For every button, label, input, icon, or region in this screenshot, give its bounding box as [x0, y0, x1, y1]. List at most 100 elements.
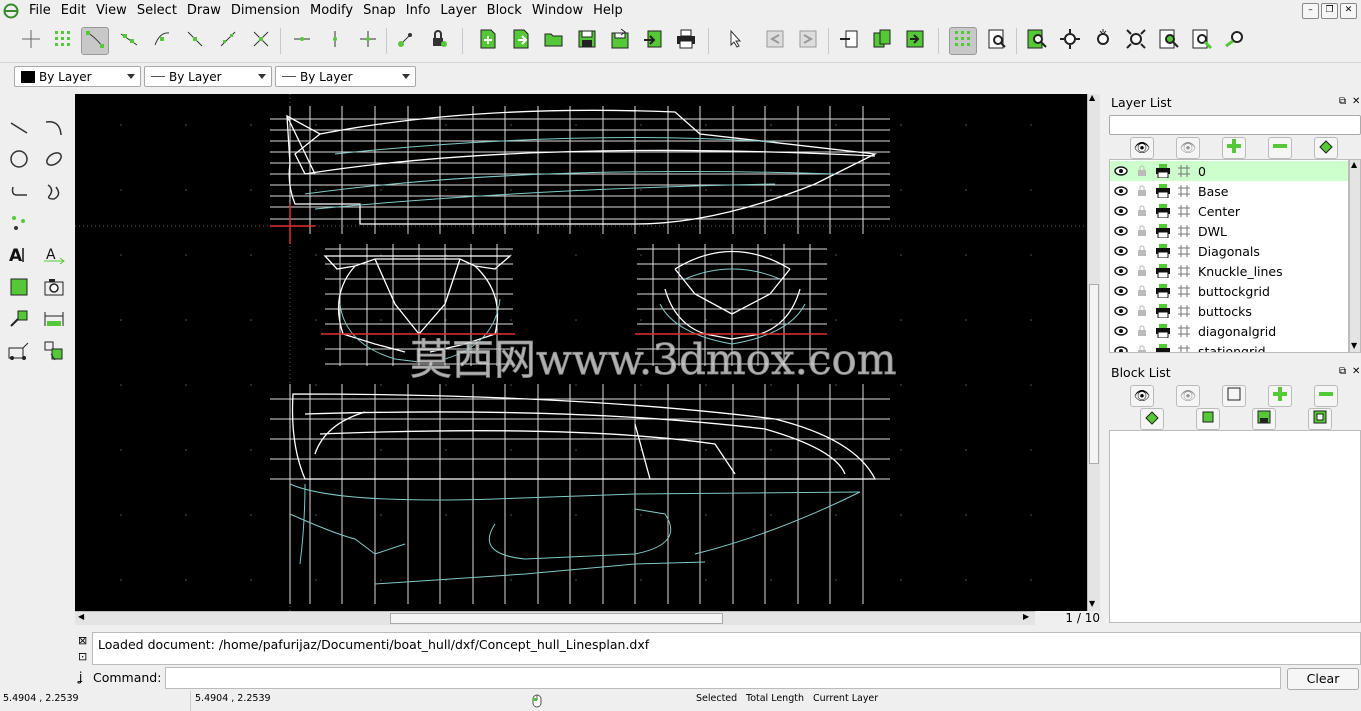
snap-on-entity-button[interactable] — [115, 27, 143, 55]
construction-icon[interactable] — [1174, 201, 1194, 221]
eye-icon[interactable] — [1111, 221, 1131, 241]
zoom-redraw-button[interactable] — [1023, 27, 1051, 55]
zoom-previous-button[interactable] — [1155, 27, 1183, 55]
construction-icon[interactable] — [1174, 161, 1194, 181]
draw-polyline-button[interactable] — [5, 179, 33, 207]
layer-row[interactable]: 0 — [1110, 161, 1348, 181]
relative-zero-button[interactable] — [392, 27, 420, 55]
rename-block-button[interactable] — [1140, 408, 1164, 430]
draw-line-button[interactable] — [5, 115, 33, 143]
printer-icon[interactable] — [1153, 321, 1173, 341]
layer-row[interactable]: Diagonals — [1110, 241, 1348, 261]
snap-distance-button[interactable] — [214, 27, 242, 55]
add-layer-button[interactable] — [1222, 137, 1246, 159]
close-button[interactable]: ✕ — [1340, 3, 1357, 19]
menu-snap[interactable]: Snap — [358, 0, 401, 22]
paste-button[interactable] — [901, 27, 929, 55]
show-all-layers-button[interactable]: 👁 — [1130, 137, 1154, 159]
construction-icon[interactable] — [1174, 241, 1194, 261]
printer-icon[interactable] — [1153, 201, 1173, 221]
snap-intersection-button[interactable] — [247, 27, 275, 55]
menu-select[interactable]: Select — [132, 0, 182, 22]
lock-icon[interactable] — [1132, 161, 1152, 181]
zoom-out-button[interactable] — [1089, 27, 1117, 55]
dimension-button[interactable] — [40, 307, 68, 335]
printer-icon[interactable] — [1153, 281, 1173, 301]
menu-layer[interactable]: Layer — [435, 0, 481, 22]
lock-icon[interactable] — [1132, 301, 1152, 321]
print-preview-button[interactable] — [983, 27, 1011, 55]
close-icon[interactable]: ✕ — [1352, 366, 1360, 377]
draw-ellipse-button[interactable] — [40, 147, 68, 175]
menu-dimension[interactable]: Dimension — [226, 0, 305, 22]
draw-spline-button[interactable] — [40, 179, 68, 207]
draw-circle-button[interactable] — [5, 147, 33, 175]
construction-icon[interactable] — [1174, 281, 1194, 301]
zoom-in-button[interactable] — [1056, 27, 1084, 55]
lock-icon[interactable] — [1132, 241, 1152, 261]
hatch-button[interactable] — [5, 275, 33, 303]
menu-window[interactable]: Window — [527, 0, 588, 22]
construction-icon[interactable] — [1174, 261, 1194, 281]
eye-icon[interactable] — [1111, 321, 1131, 341]
construction-icon[interactable] — [1174, 181, 1194, 201]
add-block-button[interactable] — [1268, 385, 1292, 407]
scroll-right-icon[interactable]: ▶ — [1023, 612, 1029, 621]
eye-icon[interactable] — [1111, 341, 1131, 352]
minimize-button[interactable]: – — [1302, 3, 1319, 19]
open-button[interactable] — [540, 27, 568, 55]
snap-free-button[interactable] — [17, 27, 45, 55]
horizontal-scrollbar[interactable]: ◀ ▶ — [75, 611, 1035, 625]
scroll-down-icon[interactable]: ▼ — [1089, 599, 1095, 608]
toggle-grid-button[interactable] — [949, 27, 977, 55]
layer-row[interactable]: Base — [1110, 181, 1348, 201]
remove-layer-button[interactable] — [1268, 137, 1292, 159]
drawing-area[interactable]: 莫西网www.3dmox.com — [75, 94, 1087, 611]
snap-center-button[interactable] — [148, 27, 176, 55]
vertical-scroll-thumb[interactable] — [1089, 284, 1099, 464]
command-input[interactable] — [165, 667, 1281, 689]
layer-row[interactable]: buttockgrid — [1110, 281, 1348, 301]
eye-icon[interactable] — [1111, 281, 1131, 301]
menu-draw[interactable]: Draw — [182, 0, 226, 22]
redo-button[interactable] — [794, 27, 822, 55]
construction-icon[interactable] — [1174, 221, 1194, 241]
lock-icon[interactable] — [1132, 341, 1152, 352]
restore-button[interactable]: ❐ — [1321, 3, 1338, 19]
draw-mtext-button[interactable]: A — [40, 243, 68, 271]
clear-button[interactable]: Clear — [1287, 668, 1359, 690]
construction-icon[interactable] — [1174, 321, 1194, 341]
menu-help[interactable]: Help — [588, 0, 628, 22]
line-width-select[interactable]: By Layer — [144, 66, 272, 87]
close-icon[interactable]: ⊠ — [78, 634, 87, 647]
save-block-button[interactable] — [1252, 408, 1276, 430]
print-button[interactable] — [672, 27, 700, 55]
edit-layer-button[interactable] — [1314, 137, 1338, 159]
close-icon[interactable]: ✕ — [1352, 96, 1360, 107]
layer-row[interactable]: Knuckle_lines — [1110, 261, 1348, 281]
eye-icon[interactable] — [1111, 161, 1131, 181]
new-button[interactable] — [474, 27, 502, 55]
layer-filter-input[interactable] — [1109, 115, 1361, 135]
zoom-window-button[interactable] — [1188, 27, 1216, 55]
save-button[interactable] — [573, 27, 601, 55]
lock-icon[interactable] — [1132, 221, 1152, 241]
modify-button[interactable] — [5, 307, 33, 335]
restrict-horizontal-button[interactable] — [288, 27, 316, 55]
scroll-down-icon[interactable]: ▼ — [1351, 341, 1357, 350]
menu-block[interactable]: Block — [482, 0, 527, 22]
float-icon[interactable]: ⧉ — [1339, 96, 1346, 107]
scroll-up-icon[interactable]: ▲ — [1089, 93, 1095, 102]
line-type-select[interactable]: By Layer — [275, 66, 416, 87]
undo-button[interactable] — [761, 27, 789, 55]
lock-icon[interactable] — [1132, 201, 1152, 221]
layer-list-scrollbar[interactable]: ▲ ▼ — [1349, 159, 1361, 353]
float-icon[interactable]: ⊡ — [78, 650, 87, 663]
menu-info[interactable]: Info — [401, 0, 436, 22]
measure-button[interactable] — [5, 339, 33, 367]
edit-block-button[interactable] — [1196, 408, 1220, 430]
eye-icon[interactable] — [1111, 241, 1131, 261]
snap-endpoints-button[interactable] — [81, 27, 109, 55]
menu-modify[interactable]: Modify — [305, 0, 358, 22]
select-pointer-button[interactable] — [721, 27, 749, 55]
